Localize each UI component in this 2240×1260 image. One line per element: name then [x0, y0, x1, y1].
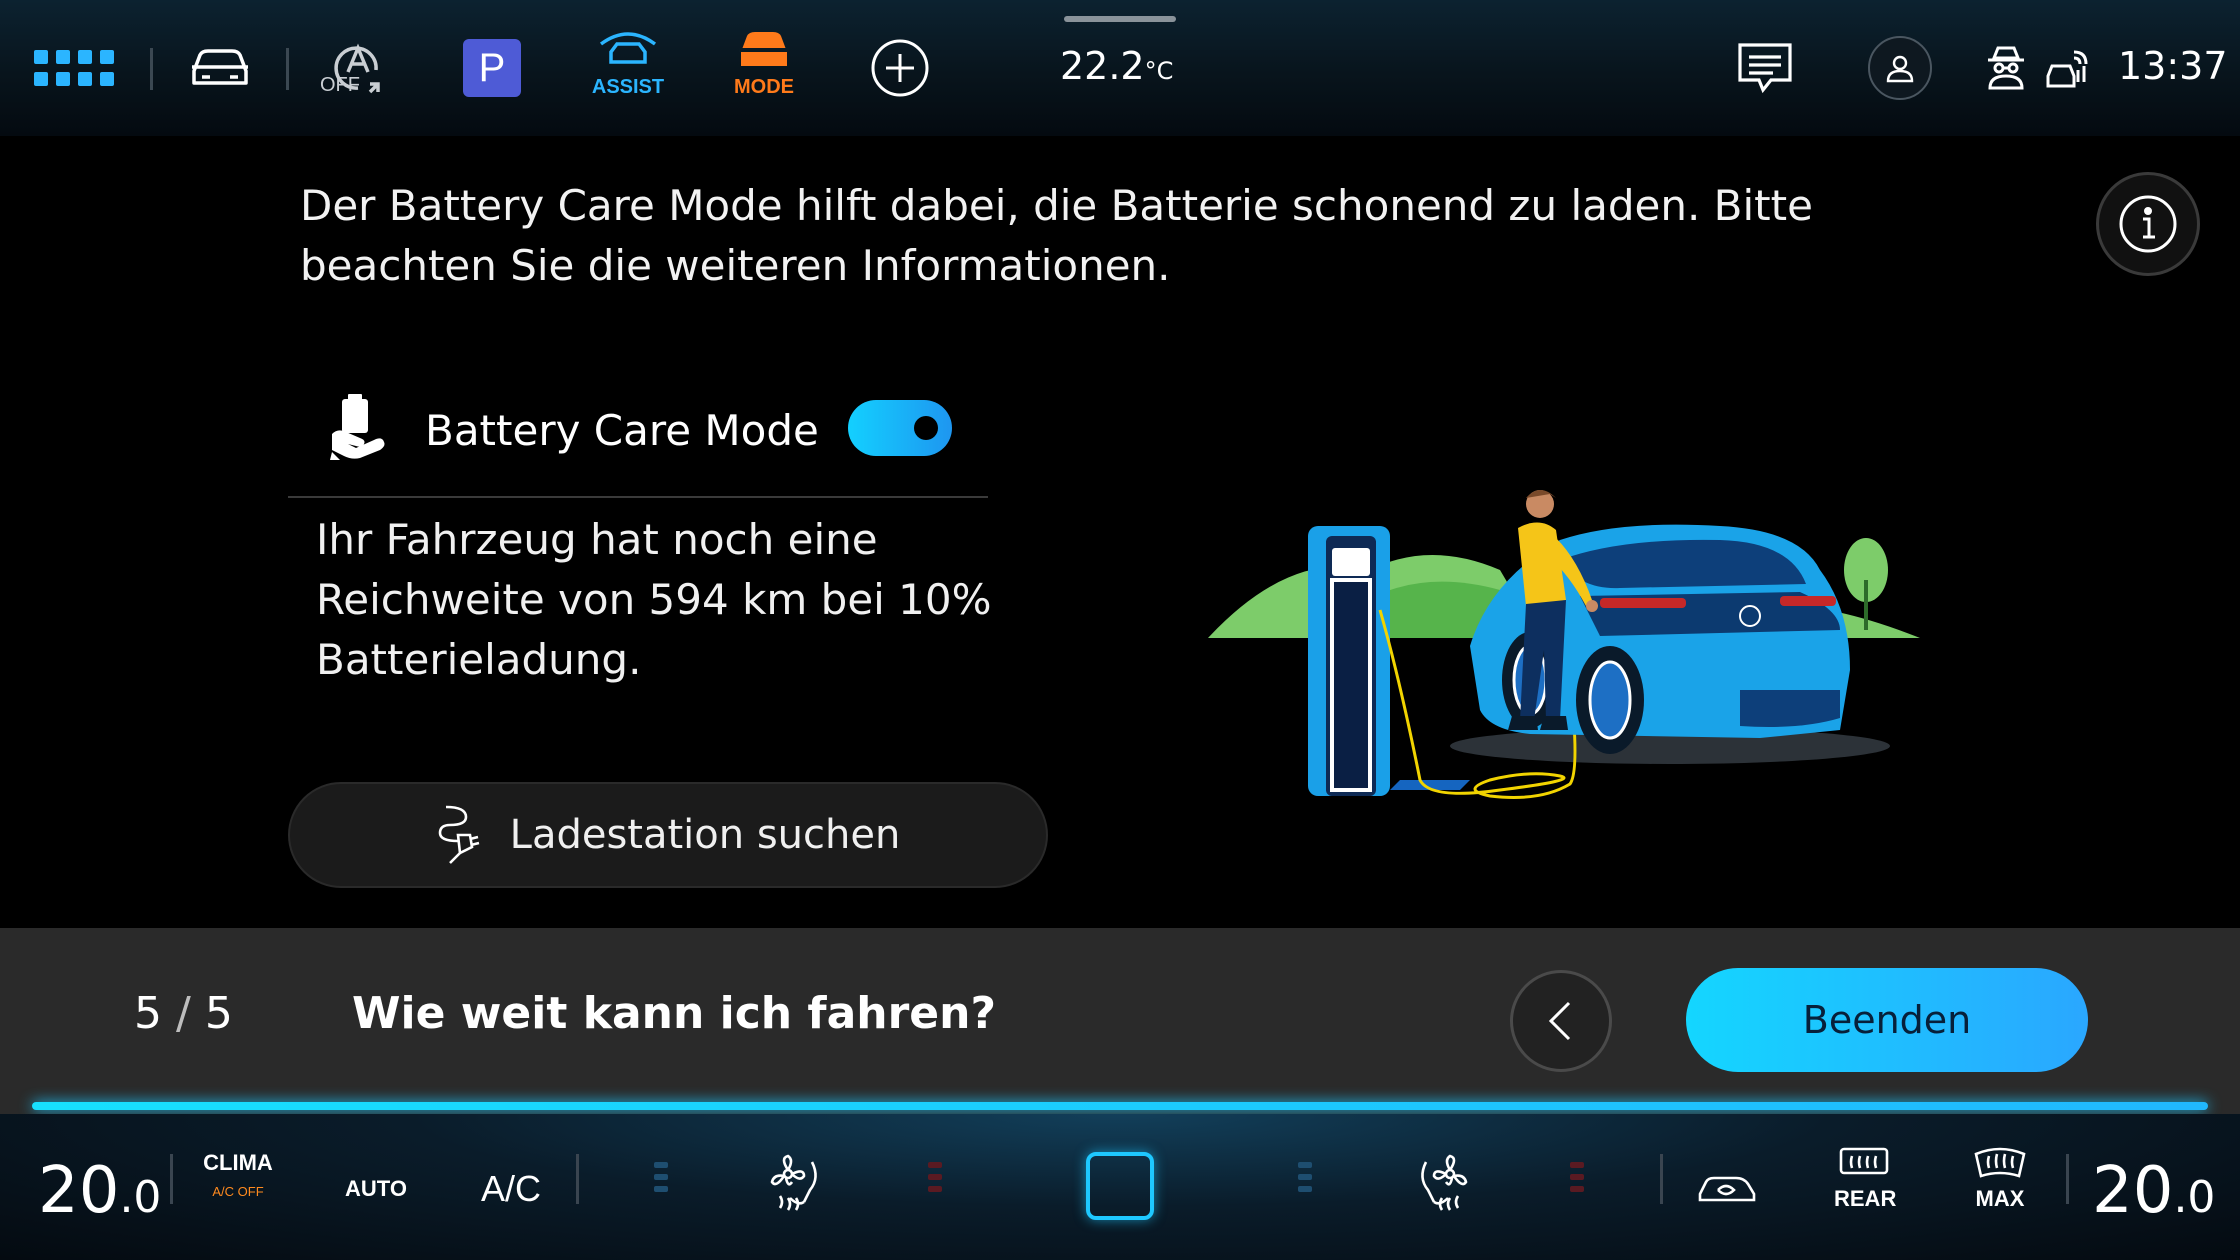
driver-temp-value: 20 — [38, 1154, 120, 1228]
messages-button[interactable] — [1734, 30, 1796, 106]
drive-mode-label: MODE — [734, 76, 794, 98]
find-charging-station-label: Ladestation suchen — [509, 812, 901, 858]
tutorial-navigation-bar: 5 / 5 Wie weit kann ich fahren? Beenden — [0, 928, 2240, 1114]
battery-care-toggle[interactable] — [848, 400, 952, 456]
passenger-fan-icon[interactable] — [1414, 1154, 1468, 1212]
user-profile-button[interactable] — [1868, 36, 1932, 100]
privacy-mode-icon[interactable] — [1984, 30, 2028, 106]
assist-button[interactable]: ASSIST — [588, 30, 668, 106]
temperature-value: 22.2 — [1060, 44, 1145, 88]
driver-temperature[interactable]: 20.0 — [38, 1154, 161, 1228]
clock: 13:37 — [2118, 44, 2228, 88]
passenger-seat-heating-level[interactable] — [1570, 1162, 1584, 1192]
passenger-temp-value: 20 — [2092, 1154, 2174, 1228]
intro-text: Der Battery Care Mode hilft dabei, die B… — [300, 181, 1813, 290]
parking-label: P — [463, 39, 521, 97]
assist-icon — [599, 32, 657, 64]
ac-off-label: A/C OFF — [212, 1184, 264, 1199]
vehicle-icon[interactable] — [184, 30, 256, 106]
separator — [576, 1154, 579, 1204]
step-title: Wie weit kann ich fahren? — [352, 988, 996, 1039]
driver-seat-heating-level[interactable] — [928, 1162, 942, 1192]
rear-defrost-icon — [1839, 1147, 1889, 1175]
front-defrost-max-button[interactable]: MAX — [1970, 1146, 2030, 1212]
separator — [150, 48, 153, 90]
driver-fan-icon[interactable] — [770, 1154, 824, 1212]
outside-temperature: 22.2°C — [1060, 44, 1173, 88]
separator — [1660, 1154, 1663, 1204]
drive-mode-button[interactable]: MODE — [724, 30, 804, 106]
battery-care-icon — [330, 394, 386, 460]
apps-grid-icon[interactable] — [30, 30, 122, 106]
auto-button[interactable]: AUTO — [340, 1176, 412, 1202]
chevron-left-icon — [1548, 1001, 1571, 1041]
step-separator: / — [176, 988, 191, 1039]
current-step: 5 — [134, 988, 162, 1039]
message-icon — [1738, 43, 1792, 94]
air-recirculation-icon[interactable] — [1696, 1170, 1758, 1204]
driver-temp-decimal: .0 — [119, 1172, 162, 1223]
temperature-unit: °C — [1144, 57, 1174, 85]
max-label: MAX — [1975, 1186, 2025, 1211]
step-counter: 5 / 5 — [134, 988, 233, 1039]
parking-button[interactable]: P — [462, 30, 522, 106]
finish-button[interactable]: Beenden — [1686, 968, 2088, 1072]
rear-defrost-button[interactable]: REAR — [1834, 1146, 1897, 1212]
divider — [288, 496, 988, 498]
user-icon — [1886, 55, 1914, 83]
auto-hold-label: OFF — [320, 74, 360, 96]
passenger-seat-cooling-level[interactable] — [1298, 1162, 1312, 1192]
clima-label: CLIMA — [203, 1150, 273, 1175]
back-button[interactable] — [1510, 970, 1612, 1072]
ac-button[interactable]: A/C — [476, 1168, 546, 1210]
separator — [286, 48, 289, 90]
tutorial-progress-bar — [32, 1102, 2208, 1110]
clima-button[interactable]: CLIMA A/C OFF — [198, 1150, 278, 1199]
auto-hold-off-icon[interactable]: OFF — [318, 30, 398, 106]
windshield-defrost-icon — [1974, 1147, 2026, 1178]
car-connectivity-icon[interactable] — [2044, 30, 2088, 106]
charging-illustration — [1200, 480, 1930, 820]
battery-care-row: Battery Care Mode — [290, 380, 990, 500]
info-icon — [2119, 195, 2177, 253]
drag-handle[interactable] — [1064, 16, 1176, 22]
climate-bar: 20.0 CLIMA A/C OFF AUTO A/C REAR MAX 20.… — [0, 1114, 2240, 1260]
find-charging-station-button[interactable]: Ladestation suchen — [288, 782, 1048, 888]
battery-care-label: Battery Care Mode — [425, 406, 819, 455]
add-shortcut-button[interactable] — [866, 30, 934, 106]
drive-mode-icon — [739, 32, 789, 66]
total-steps: 5 — [204, 988, 233, 1039]
driver-seat-cooling-level[interactable] — [654, 1162, 668, 1192]
climate-center-button[interactable] — [1086, 1152, 1154, 1220]
charging-plug-icon — [438, 805, 479, 864]
rear-label: REAR — [1834, 1186, 1897, 1211]
separator — [170, 1154, 173, 1204]
toggle-knob — [914, 416, 938, 440]
range-description: Ihr Fahrzeug hat noch eine Reichweite vo… — [316, 515, 992, 684]
status-bar: OFF P ASSIST MODE 22.2°C 13:37 — [0, 0, 2240, 136]
info-button[interactable] — [2096, 172, 2200, 276]
plus-icon — [871, 39, 929, 97]
passenger-temp-decimal: .0 — [2173, 1172, 2216, 1223]
separator — [2066, 1154, 2069, 1204]
passenger-temperature[interactable]: 20.0 — [2092, 1154, 2215, 1228]
assist-label: ASSIST — [591, 76, 665, 98]
